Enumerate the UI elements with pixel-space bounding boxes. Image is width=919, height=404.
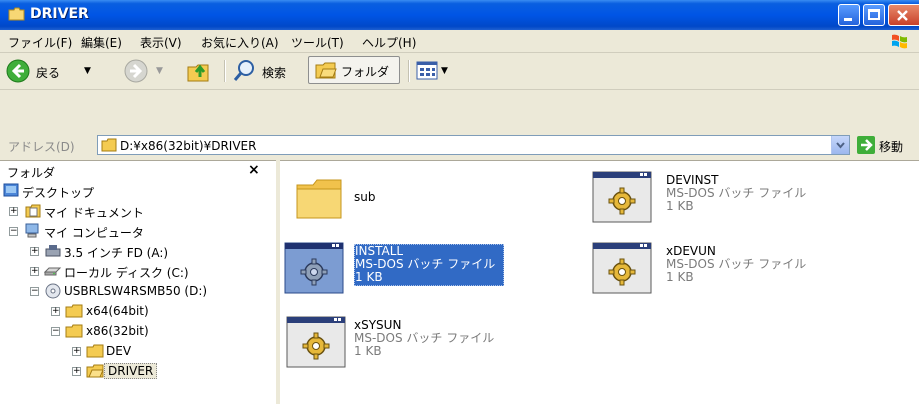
address-dropdown-button[interactable]: [831, 136, 849, 154]
tree-label: x86(32bit): [86, 324, 149, 338]
menu-tools[interactable]: ツール(T): [291, 34, 344, 51]
expand-icon[interactable]: +: [72, 347, 81, 356]
tree-label: マイ コンピュータ: [44, 226, 144, 240]
folders-button[interactable]: フォルダ: [308, 56, 400, 84]
up-folder-button[interactable]: [186, 59, 214, 83]
tree-label: DRIVER: [104, 363, 158, 379]
toolbar: 戻る ▼ ▼ 検索 フォルダ ▼: [0, 53, 919, 90]
menu-bar: ファイル(F) 編集(E) 表示(V) お気に入り(A) ツール(T) ヘルプ(…: [0, 30, 919, 53]
chevron-down-icon[interactable]: ▼: [84, 66, 91, 76]
tree-label: デスクトップ: [22, 186, 95, 200]
forward-button[interactable]: ▼: [124, 59, 174, 83]
open-folder-icon: [86, 364, 104, 378]
file-list-pane: sub DEVINST MS-DOS バッチ ファイル 1 KB INSTALL…: [280, 160, 919, 404]
folder-icon: [86, 344, 104, 358]
forward-arrow-icon: [124, 59, 148, 83]
address-value: D:¥x86(32bit)¥DRIVER: [120, 139, 257, 153]
tree-item-driver[interactable]: + DRIVER: [0, 362, 276, 384]
folder-icon: [8, 7, 25, 21]
minimize-icon: [844, 18, 852, 21]
menu-file[interactable]: ファイル(F): [8, 34, 72, 51]
menu-favorites[interactable]: お気に入り(A): [201, 34, 279, 51]
expand-icon[interactable]: +: [72, 367, 81, 376]
file-item-devinst[interactable]: DEVINST MS-DOS バッチ ファイル 1 KB: [592, 171, 832, 227]
search-label: 検索: [262, 66, 287, 80]
folder-icon: [296, 179, 342, 219]
file-item-sub[interactable]: sub: [294, 173, 434, 229]
file-item-xsysun[interactable]: xSYSUN MS-DOS バッチ ファイル 1 KB: [286, 316, 526, 372]
folder-pane-title: フォルダ: [7, 166, 56, 180]
hard-disk-icon: [44, 267, 62, 276]
tree-label: ローカル ディスク (C:): [64, 266, 189, 280]
collapse-icon[interactable]: −: [51, 327, 60, 336]
cd-drive-icon: [45, 283, 61, 299]
folder-icon: [65, 324, 83, 338]
close-icon[interactable]: ×: [248, 162, 260, 178]
file-size: 1 KB: [355, 270, 383, 284]
back-label: 戻る: [36, 66, 61, 80]
search-button[interactable]: 検索: [232, 59, 302, 83]
address-label: アドレス(D): [8, 140, 75, 154]
file-name: sub: [354, 190, 376, 204]
close-button[interactable]: [888, 4, 919, 26]
expand-icon[interactable]: +: [30, 267, 39, 276]
back-arrow-icon: [6, 59, 30, 83]
back-button[interactable]: 戻る ▼: [6, 59, 110, 83]
tree-label: USBRLSW4RSMB50 (D:): [64, 284, 208, 298]
windows-logo-icon: [892, 34, 907, 49]
file-size: 1 KB: [354, 344, 382, 358]
maximize-button[interactable]: [863, 4, 885, 26]
close-icon: [897, 10, 908, 21]
menu-view[interactable]: 表示(V): [140, 34, 182, 51]
expand-icon[interactable]: +: [51, 307, 60, 316]
up-folder-icon: [187, 64, 209, 82]
address-bar: アドレス(D) D:¥x86(32bit)¥DRIVER 移動: [0, 131, 919, 159]
my-computer-icon: [25, 223, 39, 238]
expand-icon[interactable]: +: [30, 247, 39, 256]
go-label[interactable]: 移動: [879, 138, 903, 155]
file-item-install[interactable]: INSTALL MS-DOS バッチ ファイル 1 KB: [284, 242, 524, 298]
title-bar[interactable]: DRIVER: [0, 0, 919, 30]
window-title: DRIVER: [30, 6, 89, 22]
search-icon: [233, 60, 254, 81]
batch-file-icon: [284, 242, 344, 294]
tree-label: マイ ドキュメント: [44, 206, 144, 220]
go-button[interactable]: [857, 136, 875, 157]
my-documents-icon: [25, 204, 41, 218]
folder-icon: [101, 138, 117, 152]
batch-file-icon: [592, 171, 652, 223]
views-button[interactable]: ▼: [416, 59, 452, 83]
folders-label: フォルダ: [341, 65, 390, 79]
go-arrow-icon: [857, 136, 875, 154]
views-icon: [416, 61, 438, 80]
minimize-button[interactable]: [838, 4, 860, 26]
folder-pane-header: フォルダ ×: [0, 161, 276, 181]
folders-icon: [315, 62, 337, 79]
tree-label: DEV: [106, 344, 132, 358]
menu-edit[interactable]: 編集(E): [81, 34, 122, 51]
address-input[interactable]: D:¥x86(32bit)¥DRIVER: [97, 135, 850, 155]
menu-help[interactable]: ヘルプ(H): [362, 34, 416, 51]
collapse-icon[interactable]: −: [9, 227, 18, 236]
floppy-drive-icon: [45, 245, 61, 257]
expand-icon[interactable]: +: [9, 207, 18, 216]
tree-label: 3.5 インチ FD (A:): [64, 246, 169, 260]
file-size: 1 KB: [666, 270, 694, 284]
maximize-icon: [868, 9, 880, 20]
collapse-icon[interactable]: −: [30, 287, 39, 296]
folder-icon: [65, 304, 83, 318]
toolbar-separator: [408, 60, 410, 82]
file-item-xdevun[interactable]: xDEVUN MS-DOS バッチ ファイル 1 KB: [592, 242, 832, 298]
toolbar-separator: [224, 60, 226, 82]
batch-file-icon: [286, 316, 346, 368]
tree-label: x64(64bit): [86, 304, 149, 318]
folder-tree-pane: フォルダ × デスクトップ + マイ ドキュメント − マイ コンピュータ + …: [0, 160, 276, 404]
file-size: 1 KB: [666, 199, 694, 213]
chevron-down-icon: [836, 142, 845, 149]
chevron-down-icon[interactable]: ▼: [156, 66, 163, 76]
batch-file-icon: [592, 242, 652, 294]
chevron-down-icon[interactable]: ▼: [441, 66, 448, 76]
desktop-icon: [3, 183, 19, 197]
